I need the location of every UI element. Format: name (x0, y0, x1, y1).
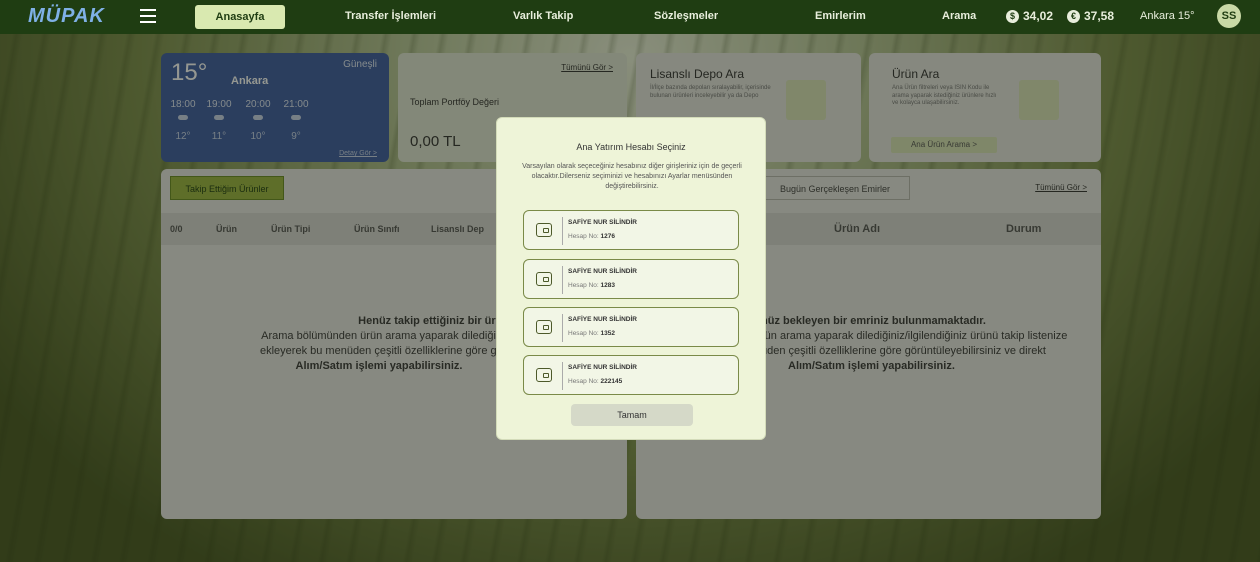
divider (562, 217, 563, 245)
euro-icon: € (1067, 9, 1080, 23)
menu-icon[interactable] (140, 9, 156, 23)
account-option[interactable]: SAFİYE NUR SİLİNDİR Hesap No: 1283 (523, 259, 739, 299)
account-select-modal: Ana Yatırım Hesabı Seçiniz Varsayılan ol… (496, 117, 766, 440)
account-number: Hesap No: 1276 (568, 233, 615, 240)
wallet-icon (536, 272, 552, 286)
usd-rate: $ 34,02 (1006, 9, 1053, 23)
account-name: SAFİYE NUR SİLİNDİR (568, 268, 637, 275)
account-number: Hesap No: 1283 (568, 282, 615, 289)
nav-home[interactable]: Anasayfa (195, 5, 285, 29)
wallet-icon (536, 223, 552, 237)
nav-arama[interactable]: Arama (942, 10, 976, 22)
account-number: Hesap No: 222145 (568, 378, 623, 385)
account-name: SAFİYE NUR SİLİNDİR (568, 316, 637, 323)
wallet-icon (536, 320, 552, 334)
divider (562, 362, 563, 390)
account-option[interactable]: SAFİYE NUR SİLİNDİR Hesap No: 222145 (523, 355, 739, 395)
logo[interactable]: MÜPAK (28, 5, 105, 28)
nav-emirlerim[interactable]: Emirlerim (815, 10, 866, 22)
usd-value: 34,02 (1023, 9, 1054, 23)
eur-rate: € 37,58 (1067, 9, 1114, 23)
modal-title: Ana Yatırım Hesabı Seçiniz (576, 142, 686, 152)
top-nav: MÜPAK Anasayfa Transfer İşlemleri Varlık… (0, 0, 1260, 34)
modal-description: Varsayılan olarak seçeceğiniz hesabınız … (522, 163, 742, 190)
nav-varlik-takip[interactable]: Varlık Takip (513, 10, 573, 22)
divider (562, 266, 563, 294)
account-name: SAFİYE NUR SİLİNDİR (568, 219, 637, 226)
avatar[interactable]: SS (1217, 4, 1241, 28)
eur-value: 37,58 (1084, 9, 1115, 23)
account-number: Hesap No: 1352 (568, 330, 615, 337)
ok-button[interactable]: Tamam (571, 404, 693, 426)
divider (562, 314, 563, 342)
account-option[interactable]: SAFİYE NUR SİLİNDİR Hesap No: 1352 (523, 307, 739, 347)
wallet-icon (536, 368, 552, 382)
account-name: SAFİYE NUR SİLİNDİR (568, 364, 637, 371)
location-weather: Ankara 15° (1140, 10, 1195, 22)
account-option[interactable]: SAFİYE NUR SİLİNDİR Hesap No: 1276 (523, 210, 739, 250)
nav-sozlesmeler[interactable]: Sözleşmeler (654, 10, 718, 22)
nav-transfer[interactable]: Transfer İşlemleri (345, 10, 436, 22)
dollar-icon: $ (1006, 9, 1019, 23)
